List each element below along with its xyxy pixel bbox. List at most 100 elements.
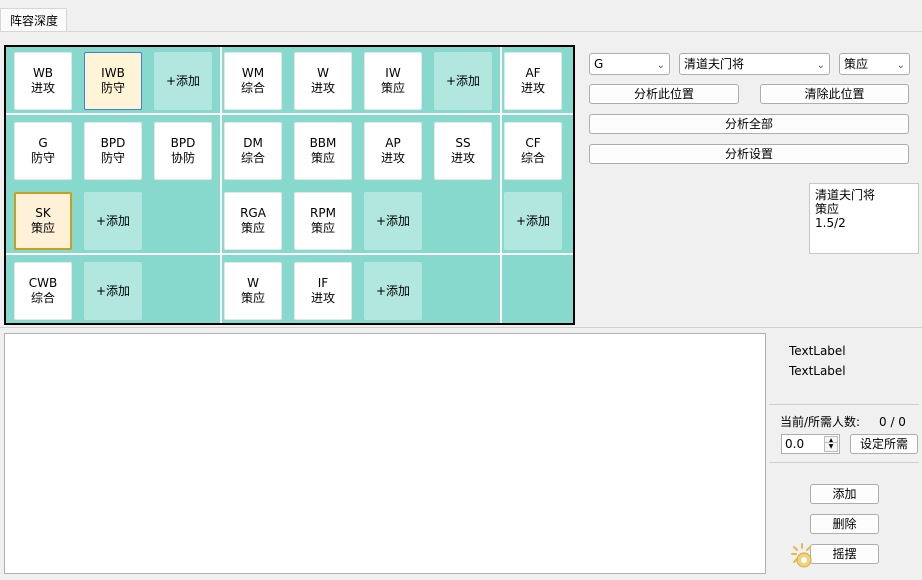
count-value: 0 / 0 [879, 415, 906, 429]
add-slot-button[interactable]: +添加 [504, 192, 562, 250]
slot-position: SK [35, 206, 51, 220]
row-divider [6, 253, 573, 255]
slot-position: IWB [101, 66, 125, 80]
count-label: 当前/所需人数: [780, 415, 861, 429]
duty-select[interactable]: 策应 ⌄ [839, 53, 910, 75]
spin-down-icon[interactable]: ▼ [824, 442, 838, 452]
slot-position: W [317, 66, 329, 80]
position-slot[interactable]: BBM 策应 [294, 122, 352, 180]
tab-formation-depth[interactable]: 阵容深度 [0, 8, 67, 32]
column-divider [220, 47, 222, 323]
slot-position: WB [32, 66, 54, 80]
text-label-1: TextLabel [789, 344, 846, 358]
slot-duty: 进攻 [380, 151, 405, 165]
position-slot[interactable]: DM 综合 [224, 122, 282, 180]
duty-select-value: 策应 [844, 57, 869, 71]
set-required-button[interactable]: 设定所需 [850, 434, 918, 454]
formation-board: WB 进攻 IWB 防守 +添加 WM 综合 W 进攻 IW 策应 +添加 AF 进攻 G防… [4, 45, 575, 325]
sun-logo-icon [791, 543, 812, 568]
slot-duty: 进攻 [450, 151, 475, 165]
position-slot[interactable]: CF 综合 [504, 122, 562, 180]
slot-position: RPM [310, 206, 336, 220]
column-divider [500, 47, 502, 323]
slot-duty: 协防 [170, 151, 195, 165]
chevron-down-icon: ⌄ [656, 60, 665, 71]
add-slot-button[interactable]: +添加 [84, 192, 142, 250]
row-divider [6, 113, 573, 115]
analyze-settings-button[interactable]: 分析设置 [589, 144, 909, 164]
info-duty: 策应 [815, 202, 840, 216]
slot-duty: 策应 [240, 221, 265, 235]
add-label: +添加 [375, 283, 411, 298]
slot-position: BPD [100, 136, 126, 150]
slot-duty: 综合 [30, 291, 55, 305]
add-slot-button[interactable]: +添加 [364, 192, 422, 250]
chevron-down-icon: ⌄ [896, 60, 905, 71]
position-slot[interactable]: W 策应 [224, 262, 282, 320]
slot-duty: 进攻 [310, 81, 335, 95]
role-info-box: 清道夫门将 策应 1.5/2 [809, 183, 919, 254]
position-slot-selected[interactable]: IWB 防守 [84, 52, 142, 110]
position-slot[interactable]: BPD 防守 [84, 122, 142, 180]
clear-position-button[interactable]: 清除此位置 [760, 84, 909, 104]
position-slot[interactable]: IF 进攻 [294, 262, 352, 320]
add-label: +添加 [165, 73, 201, 88]
position-slot[interactable]: AF 进攻 [504, 52, 562, 110]
position-slot[interactable]: AP 进攻 [364, 122, 422, 180]
position-slot-selected[interactable]: SK 策应 [14, 192, 72, 250]
position-slot[interactable]: SS 进攻 [434, 122, 492, 180]
position-slot[interactable]: RGA 策应 [224, 192, 282, 250]
slot-duty: 策应 [310, 151, 335, 165]
slot-position: AF [525, 66, 541, 80]
slot-duty: 进攻 [310, 291, 335, 305]
analyze-all-button[interactable]: 分析全部 [589, 114, 909, 134]
slot-position: AP [385, 136, 401, 150]
slot-position: BPD [170, 136, 196, 150]
add-slot-button[interactable]: +添加 [434, 52, 492, 110]
position-slot[interactable]: IW 策应 [364, 52, 422, 110]
position-slot[interactable]: BPD 协防 [154, 122, 212, 180]
role-select[interactable]: 清道夫门将 ⌄ [679, 53, 830, 75]
position-slot[interactable]: RPM 策应 [294, 192, 352, 250]
slot-duty: 防守 [100, 151, 125, 165]
slot-duty: 综合 [520, 151, 545, 165]
add-label: +添加 [95, 283, 131, 298]
slot-position: DM [243, 136, 263, 150]
divider [769, 462, 919, 463]
slot-position: BBM [309, 136, 337, 150]
position-select[interactable]: G ⌄ [589, 53, 670, 75]
slot-position: IW [385, 66, 401, 80]
slot-duty: 策应 [240, 291, 265, 305]
add-slot-button[interactable]: +添加 [84, 262, 142, 320]
position-slot[interactable]: WB 进攻 [14, 52, 72, 110]
analyze-position-button[interactable]: 分析此位置 [589, 84, 739, 104]
position-slot[interactable]: W 进攻 [294, 52, 352, 110]
add-button[interactable]: 添加 [810, 484, 879, 504]
position-select-value: G [594, 57, 604, 71]
info-rating: 1.5/2 [815, 216, 846, 230]
role-select-value: 清道夫门将 [684, 57, 745, 71]
add-label: +添加 [95, 213, 131, 228]
slot-duty: 防守 [30, 151, 55, 165]
add-slot-button[interactable]: +添加 [364, 262, 422, 320]
slot-duty: 策应 [310, 221, 335, 235]
position-slot[interactable]: CWB 综合 [14, 262, 72, 320]
slot-duty: 策应 [380, 81, 405, 95]
position-slot[interactable]: WM 综合 [224, 52, 282, 110]
slot-duty: 综合 [240, 151, 265, 165]
add-label: +添加 [375, 213, 411, 228]
slot-position: SS [455, 136, 471, 150]
divider [769, 404, 919, 405]
add-slot-button[interactable]: +添加 [154, 52, 212, 110]
slot-position: CF [525, 136, 541, 150]
slot-position: CWB [28, 276, 58, 290]
player-list-area[interactable] [4, 333, 766, 574]
position-slot[interactable]: G 防守 [14, 122, 72, 180]
slot-duty: 策应 [30, 221, 55, 235]
delete-button[interactable]: 删除 [810, 514, 879, 534]
slot-duty: 防守 [100, 81, 125, 95]
required-count-spinbox[interactable]: 0.0 ▲ ▼ [781, 434, 840, 454]
slot-position: G [38, 136, 48, 150]
slot-position: IF [317, 276, 329, 290]
add-label: +添加 [515, 213, 551, 228]
